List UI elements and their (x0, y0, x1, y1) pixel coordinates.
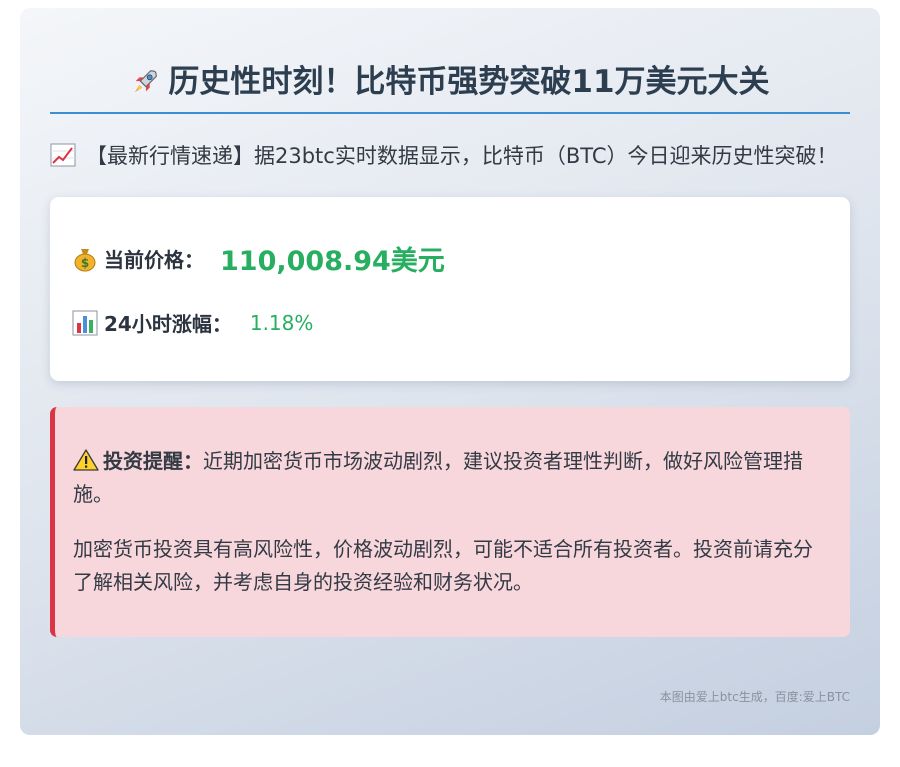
rocket-icon (135, 70, 158, 93)
page-title: 历史性时刻！比特币强势突破11万美元大关 (130, 62, 770, 102)
intro-text: 【最新行情速递】据23btc实时数据显示，比特币（BTC）今日迎来历史性突破！ (86, 144, 838, 168)
warning-paragraph-1: 投资提醒：近期加密货币市场波动剧烈，建议投资者理性判断，做好风险管理措施。 (73, 445, 832, 511)
change-value: 1.18% (249, 310, 314, 335)
bar-chart-icon (72, 310, 98, 335)
page-title-text: 历史性时刻！比特币强势突破11万美元大关 (168, 64, 770, 100)
price-label: 当前价格： (104, 248, 204, 272)
change-label: 24小时涨幅： (104, 312, 232, 336)
warning-box: 投资提醒：近期加密货币市场波动剧烈，建议投资者理性判断，做好风险管理措施。 加密… (50, 407, 850, 637)
warning-paragraph-2: 加密货币投资具有高风险性，价格波动剧烈，可能不适合所有投资者。投资前请充分了解相… (73, 533, 832, 599)
warning-title: 投资提醒： (103, 449, 203, 473)
intro-paragraph: 【最新行情速递】据23btc实时数据显示，比特币（BTC）今日迎来历史性突破！ (50, 140, 850, 173)
svg-text:$: $ (81, 256, 89, 270)
warning-text-2: 加密货币投资具有高风险性，价格波动剧烈，可能不适合所有投资者。投资前请充分了解相… (73, 537, 813, 594)
price-panel: $ 当前价格： 110,008.94美元 24小时涨幅： 1.18% (50, 197, 850, 381)
warning-icon (73, 449, 99, 471)
title-section: 历史性时刻！比特币强势突破11万美元大关 (50, 62, 850, 114)
change-row: 24小时涨幅： 1.18% (72, 308, 828, 337)
price-row: $ 当前价格： 110,008.94美元 (72, 239, 828, 278)
news-card: 历史性时刻！比特币强势突破11万美元大关 【最新行情速递】据23btc实时数据显… (20, 8, 880, 735)
price-value: 110,008.94美元 (220, 246, 445, 277)
footer-credit: 本图由爱上btc生成，百度:爱上BTC (659, 690, 850, 704)
chart-increasing-icon (50, 143, 76, 167)
money-bag-icon: $ (74, 248, 96, 271)
